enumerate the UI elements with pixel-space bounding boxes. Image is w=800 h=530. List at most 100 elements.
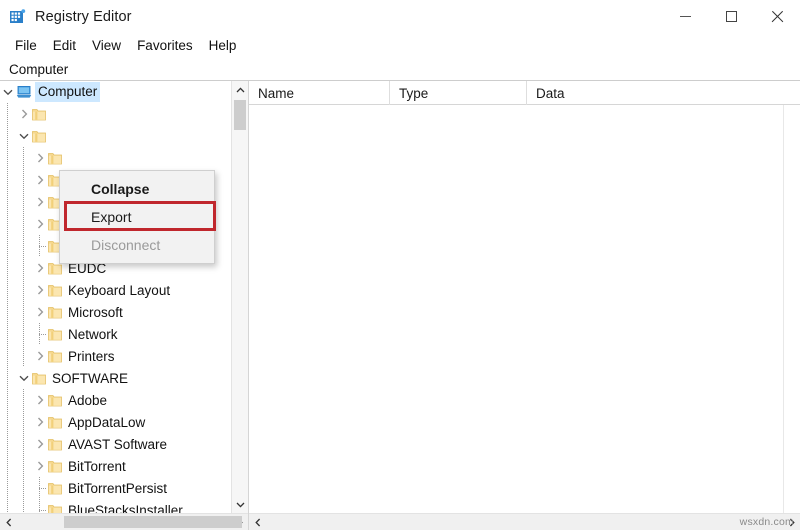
context-menu-item-collapse[interactable]: Collapse xyxy=(60,175,214,203)
tree-item[interactable]: Microsoft xyxy=(0,301,248,323)
folder-icon xyxy=(48,482,62,495)
folder-icon xyxy=(48,152,62,165)
tree-item-label: Printers xyxy=(68,348,115,365)
values-list-body[interactable] xyxy=(249,105,800,513)
tree-item[interactable] xyxy=(0,147,248,169)
values-vertical-scrollbar[interactable] xyxy=(783,105,800,513)
tree-item[interactable]: Adobe xyxy=(0,389,248,411)
tree-indent-guide xyxy=(0,213,16,235)
folder-icon xyxy=(32,372,46,385)
tree-item[interactable]: BitTorrentPersist xyxy=(0,477,248,499)
column-header-name[interactable]: Name xyxy=(249,81,390,105)
tree-indent-guide xyxy=(16,323,32,345)
folder-icon xyxy=(48,350,62,363)
tree-expander[interactable] xyxy=(32,169,48,191)
tree-item[interactable] xyxy=(0,125,248,147)
tree-expander[interactable] xyxy=(32,257,48,279)
tree-item[interactable]: AppDataLow xyxy=(0,411,248,433)
folder-icon xyxy=(48,306,62,319)
scroll-down-button[interactable] xyxy=(232,496,248,513)
tree-indent-guide xyxy=(16,235,32,257)
tree-item[interactable] xyxy=(0,103,248,125)
tree-leaf-connector xyxy=(32,235,48,257)
tree-vertical-scrollbar[interactable] xyxy=(231,81,248,513)
scroll-thumb[interactable] xyxy=(64,516,242,528)
scroll-thumb[interactable] xyxy=(234,100,246,130)
folder-icon xyxy=(32,108,46,121)
tree-item[interactable]: SOFTWARE xyxy=(0,367,248,389)
tree-expander[interactable] xyxy=(16,125,32,147)
tree-expander[interactable] xyxy=(32,147,48,169)
tree-indent-guide xyxy=(16,345,32,367)
scroll-up-button[interactable] xyxy=(232,81,248,98)
registry-editor-window: Registry Editor File Edit View Favorites… xyxy=(0,0,800,530)
scroll-track[interactable] xyxy=(17,514,231,530)
menu-item-edit[interactable]: Edit xyxy=(45,33,84,58)
tree-expander[interactable] xyxy=(32,213,48,235)
address-bar[interactable]: Computer xyxy=(0,58,800,81)
tree-expander[interactable] xyxy=(16,103,32,125)
scroll-left-button[interactable] xyxy=(0,514,17,530)
watermark: wsxdn.com xyxy=(740,516,794,528)
computer-icon xyxy=(16,85,32,99)
chevron-down-icon xyxy=(19,133,29,140)
menu-item-view[interactable]: View xyxy=(84,33,129,58)
registry-tree-pane: ComputerControl PanelEnvironmentEUDCKeyb… xyxy=(0,81,249,530)
tree-expander[interactable] xyxy=(0,81,16,103)
context-menu: Collapse Export Disconnect xyxy=(59,170,215,264)
scroll-track[interactable] xyxy=(266,514,783,530)
tree-item[interactable]: AVAST Software xyxy=(0,433,248,455)
menu-item-file[interactable]: File xyxy=(7,33,45,58)
tree-item[interactable]: Printers xyxy=(0,345,248,367)
minimize-button[interactable] xyxy=(662,0,708,33)
tree-expander[interactable] xyxy=(32,411,48,433)
tree-leaf-connector xyxy=(32,477,48,499)
folder-icon xyxy=(48,328,62,341)
registry-editor-icon xyxy=(9,8,26,25)
tree-item[interactable]: Computer xyxy=(0,81,248,103)
computer-icon xyxy=(16,85,32,99)
menu-item-favorites[interactable]: Favorites xyxy=(129,33,201,58)
values-list-pane: Name Type Data xyxy=(249,81,800,530)
folder-icon xyxy=(32,130,46,143)
tree-expander[interactable] xyxy=(16,367,32,389)
window-controls xyxy=(662,0,800,33)
tree-indent-guide xyxy=(16,169,32,191)
tree-expander[interactable] xyxy=(32,279,48,301)
tree-item[interactable]: Keyboard Layout xyxy=(0,279,248,301)
folder-icon xyxy=(48,416,62,429)
tree-expander[interactable] xyxy=(32,455,48,477)
tree-item[interactable]: BlueStacksInstaller xyxy=(0,499,248,513)
title-bar: Registry Editor xyxy=(0,0,800,33)
folder-icon xyxy=(48,460,62,473)
chevron-up-icon xyxy=(236,87,245,93)
context-menu-item-export[interactable]: Export xyxy=(60,203,214,231)
values-horizontal-scrollbar[interactable] xyxy=(249,513,800,530)
scroll-left-button[interactable] xyxy=(249,514,266,530)
tree-expander[interactable] xyxy=(32,345,48,367)
tree-horizontal-scrollbar[interactable] xyxy=(0,513,248,530)
tree-expander[interactable] xyxy=(32,191,48,213)
tree-indent-guide xyxy=(16,301,32,323)
values-column-header: Name Type Data xyxy=(249,81,800,105)
folder-icon xyxy=(48,284,62,297)
maximize-button[interactable] xyxy=(708,0,754,33)
tree-item[interactable]: BitTorrent xyxy=(0,455,248,477)
chevron-left-icon xyxy=(255,518,261,527)
tree-expander[interactable] xyxy=(32,301,48,323)
chevron-left-icon xyxy=(6,518,12,527)
column-header-type[interactable]: Type xyxy=(390,81,527,105)
chevron-right-icon xyxy=(37,307,44,317)
tree-expander[interactable] xyxy=(32,389,48,411)
tree-indent-guide xyxy=(0,389,16,411)
chevron-right-icon xyxy=(37,439,44,449)
column-header-data[interactable]: Data xyxy=(527,81,800,105)
tree-expander[interactable] xyxy=(32,433,48,455)
close-button[interactable] xyxy=(754,0,800,33)
menu-item-help[interactable]: Help xyxy=(201,33,245,58)
tree-indent-guide xyxy=(0,455,16,477)
tree-item-label: AVAST Software xyxy=(68,436,167,453)
tree-item[interactable]: Network xyxy=(0,323,248,345)
tree-indent-guide xyxy=(0,345,16,367)
tree-indent-guide xyxy=(0,235,16,257)
